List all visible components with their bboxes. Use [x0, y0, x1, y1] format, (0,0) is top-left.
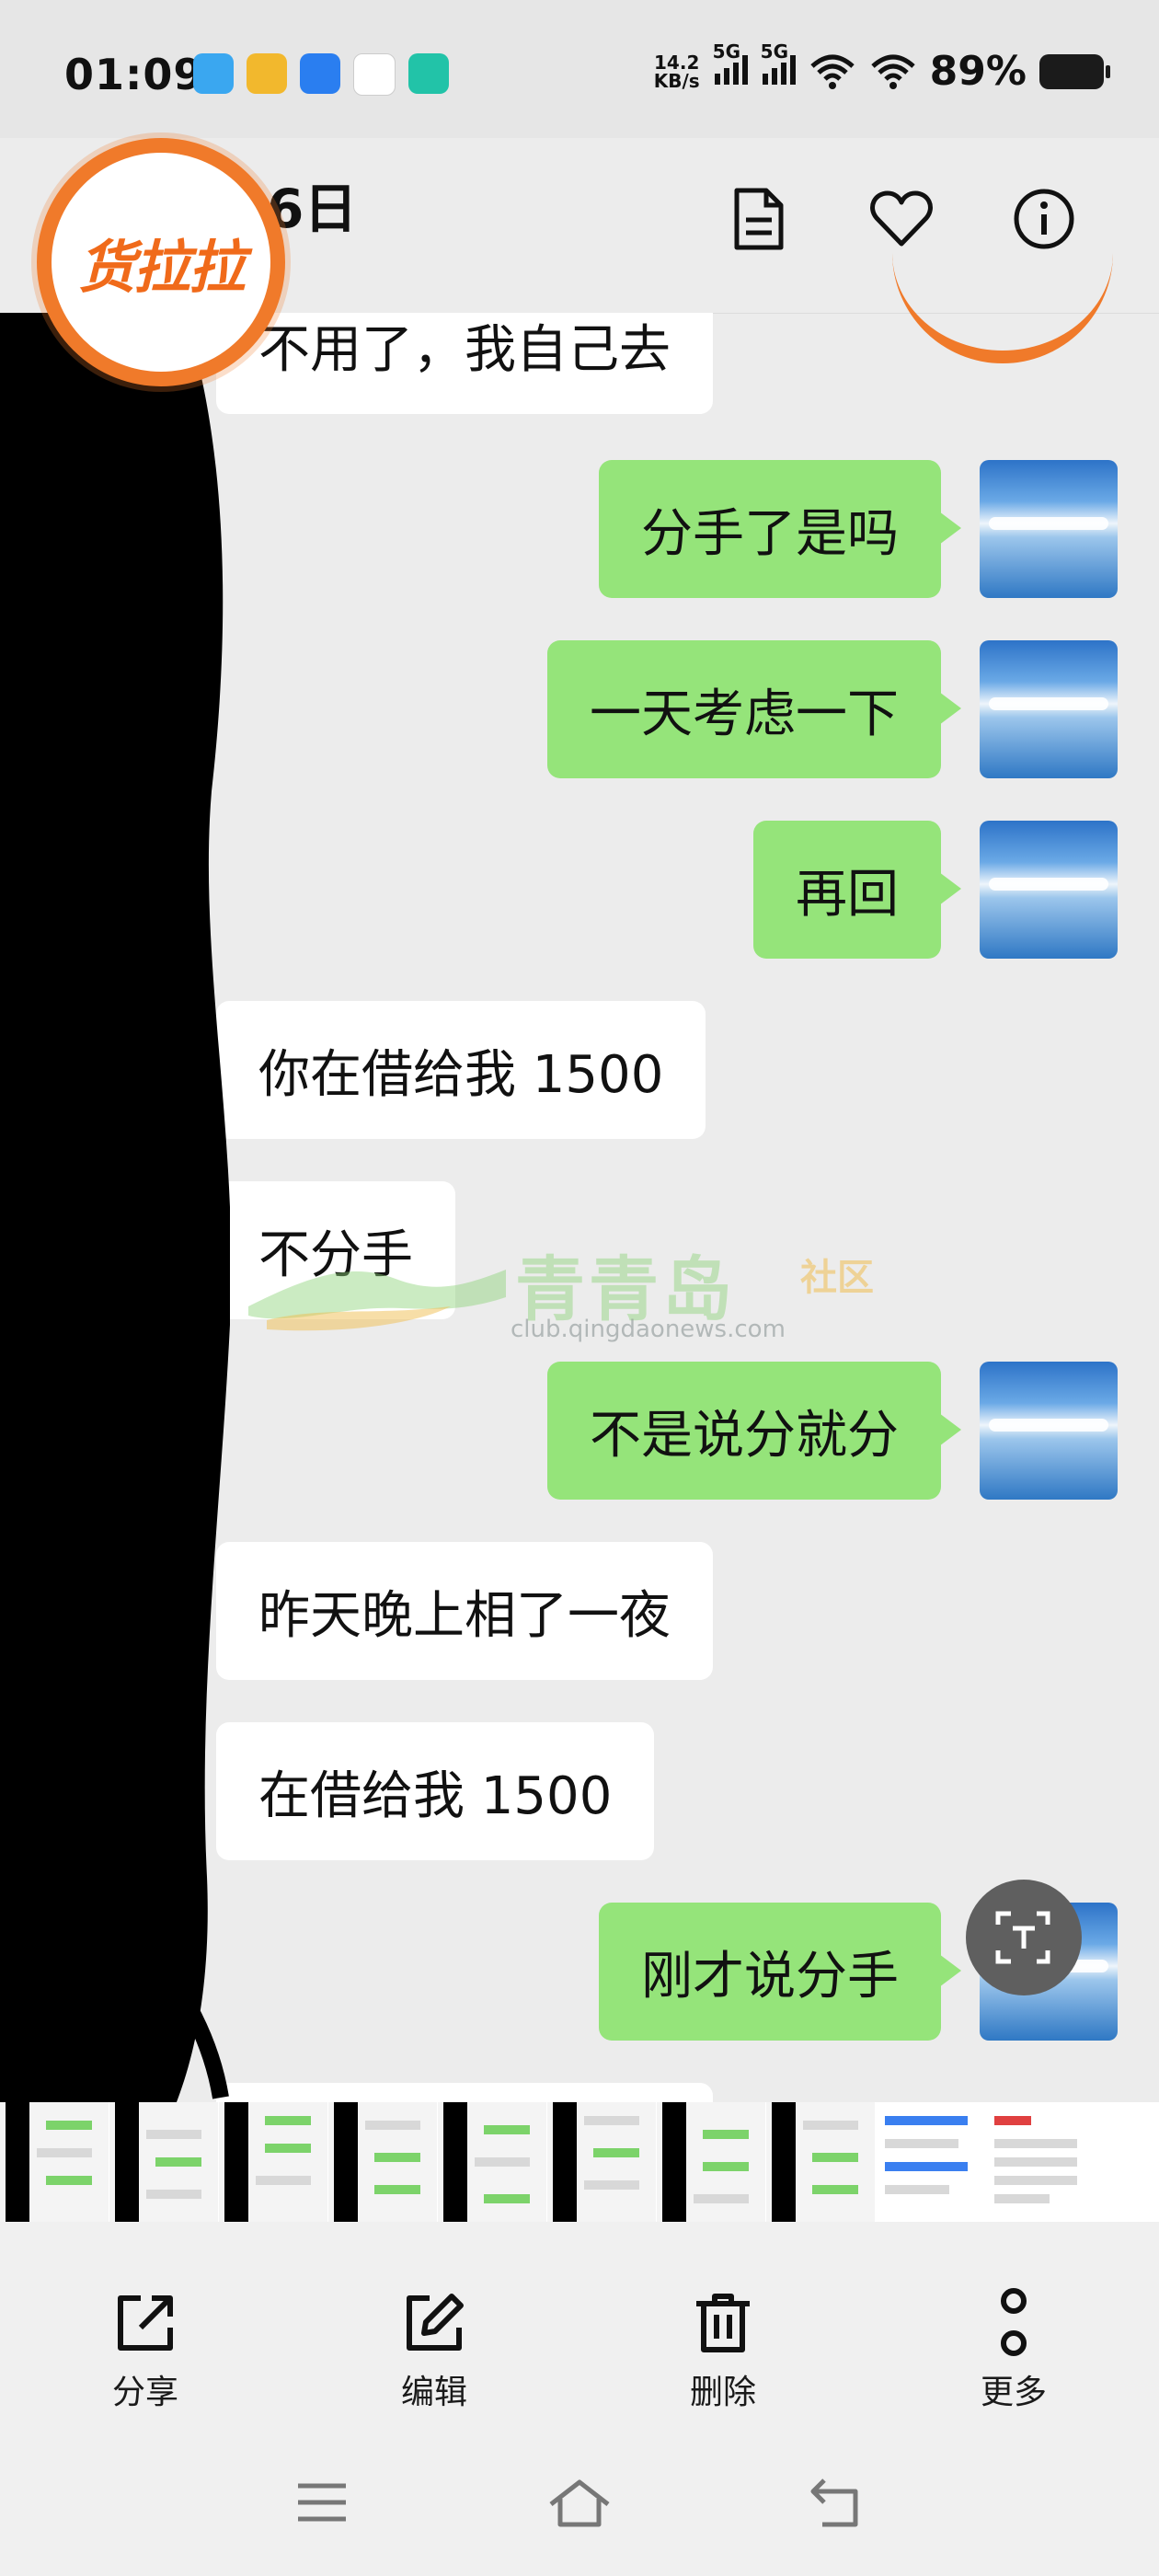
thumbnail[interactable]	[0, 2102, 109, 2222]
signal-label: 5G	[760, 40, 789, 63]
lalamove-logo: 货拉拉	[37, 138, 285, 386]
message-text: 不用了，我自己去	[258, 319, 671, 380]
avatar[interactable]	[980, 1362, 1118, 1500]
thumbnail[interactable]	[657, 2102, 765, 2222]
avatar[interactable]	[980, 640, 1118, 778]
wifi-icon	[809, 54, 855, 89]
bottom-toolbar: 分享 编辑 删除 更多	[0, 2222, 1159, 2424]
message-incoming[interactable]: 不分手	[216, 1181, 455, 1319]
scan-text-button[interactable]	[966, 1880, 1082, 1995]
message-incoming[interactable]: 不用了，我自己去	[216, 313, 713, 414]
thumbnail[interactable]	[547, 2102, 656, 2222]
recents-button[interactable]	[285, 2470, 359, 2535]
message-text: 昨天晚上相了一夜	[258, 1585, 671, 1646]
wifi-icon	[870, 54, 915, 89]
network-speed-unit: KB/s	[653, 69, 700, 92]
status-time: 01:09	[64, 50, 204, 99]
thumbnail[interactable]	[876, 2102, 984, 2222]
avatar[interactable]	[980, 821, 1118, 959]
battery-percent: 89%	[929, 48, 1027, 95]
thumbnail[interactable]	[438, 2102, 546, 2222]
avatar[interactable]	[980, 460, 1118, 598]
message-outgoing[interactable]: 一天考虑一下	[547, 640, 961, 778]
app-notification-icon	[408, 53, 449, 94]
status-app-icons	[193, 53, 449, 96]
share-icon	[118, 2295, 173, 2351]
message-text: 不分手	[258, 1225, 413, 1285]
logo-text: 货拉拉	[77, 234, 246, 301]
message-text: 再回	[796, 864, 899, 925]
message-incoming[interactable]: 在借给我 1500	[216, 1722, 655, 1860]
document-icon[interactable]	[722, 182, 796, 256]
edit-button[interactable]: 编辑	[342, 2286, 526, 2413]
app-notification-icon	[300, 53, 340, 94]
battery-icon	[1039, 53, 1110, 89]
system-nav-bar	[0, 2424, 1159, 2576]
message-incoming[interactable]: 你在借给我 1500	[216, 1001, 706, 1139]
signal-5g-1: 5G	[713, 40, 748, 89]
thumbnail[interactable]	[328, 2102, 437, 2222]
trash-icon	[696, 2294, 750, 2352]
thumbnail[interactable]	[766, 2102, 875, 2222]
back-button[interactable]	[800, 2470, 874, 2535]
status-indicators: 14.2 KB/s 5G 5G 89%	[654, 40, 1110, 95]
delete-button[interactable]: 删除	[631, 2286, 815, 2413]
thumbnail[interactable]	[219, 2102, 327, 2222]
message-outgoing[interactable]: 再回	[753, 821, 961, 959]
thumbnail-strip[interactable]	[0, 2102, 1159, 2222]
message-text: 分手了是吗	[641, 503, 899, 564]
network-speed-value: 14.2	[654, 51, 700, 74]
home-icon	[549, 2479, 610, 2527]
network-speed: 14.2 KB/s	[654, 53, 700, 90]
edit-label: 编辑	[400, 2374, 467, 2411]
signal-5g-2: 5G	[761, 40, 796, 89]
message-incoming[interactable]: 昨天晚上相了一夜	[216, 1542, 713, 1680]
message-text: 在借给我 1500	[258, 1765, 613, 1826]
more-icon	[1001, 2288, 1027, 2356]
share-button[interactable]: 分享	[53, 2286, 237, 2413]
home-button[interactable]	[543, 2470, 616, 2535]
scan-text-icon	[995, 1911, 1050, 1964]
signal-label: 5G	[712, 40, 741, 63]
back-icon	[810, 2478, 858, 2527]
app-notification-icon	[193, 53, 234, 94]
more-label: 更多	[980, 2374, 1047, 2411]
message-text: 你在借给我 1500	[258, 1044, 664, 1105]
delete-label: 删除	[689, 2374, 756, 2411]
message-outgoing[interactable]: 刚才说分手	[599, 1903, 961, 2041]
thumbnail[interactable]	[109, 2102, 218, 2222]
menu-icon	[298, 2483, 346, 2522]
app-notification-icon	[247, 53, 287, 94]
message-text: 刚才说分手	[641, 1946, 899, 2007]
redaction-scribble	[0, 313, 230, 2107]
edit-icon	[407, 2294, 464, 2351]
share-label: 分享	[111, 2374, 178, 2411]
thumbnail[interactable]	[985, 2102, 1094, 2222]
more-button[interactable]: 更多	[922, 2286, 1106, 2413]
message-outgoing[interactable]: 分手了是吗	[599, 460, 961, 598]
message-text: 不是说分就分	[590, 1405, 899, 1466]
app-notification-icon	[353, 53, 396, 96]
message-outgoing[interactable]: 不是说分就分	[547, 1362, 961, 1500]
status-bar: 01:09 14.2 KB/s 5G 5G 89%	[0, 0, 1159, 138]
message-text: 一天考虑一下	[590, 684, 899, 744]
